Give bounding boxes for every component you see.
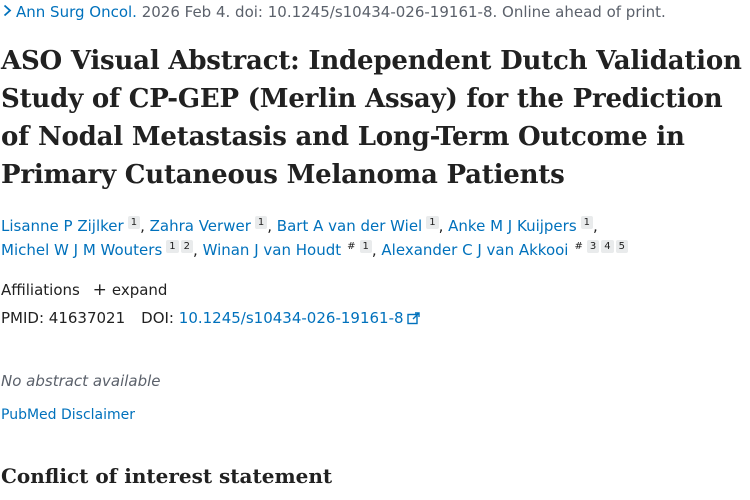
no-abstract-note: No abstract available [1, 372, 161, 390]
author-name[interactable]: Zahra Verwer [150, 217, 251, 235]
pubmed-disclaimer-link[interactable]: PubMed Disclaimer [1, 407, 135, 423]
author-item: Zahra Verwer 1 [150, 216, 268, 235]
affiliation-ref[interactable]: 1 [426, 216, 439, 229]
affiliations-label: Affiliations [1, 281, 80, 299]
external-link-icon [406, 311, 420, 329]
author-item: Bart A van der Wiel 1 [277, 216, 439, 235]
affiliation-ref[interactable]: 1 [359, 240, 372, 253]
affiliation-ref[interactable]: 2 [180, 240, 194, 253]
author-list: Lisanne P Zijlker 1, Zahra Verwer 1, Bart … [1, 214, 746, 262]
author-name[interactable]: Michel W J M Wouters [1, 241, 162, 259]
citation-details: 2026 Feb 4. doi: 10.1245/s10434-026-1916… [136, 3, 666, 21]
journal-link[interactable]: Ann Surg Oncol. [16, 3, 137, 21]
article-title: ASO Visual Abstract: Independent Dutch V… [1, 46, 742, 190]
pmid-value: 41637021 [48, 309, 126, 327]
affiliation-ref[interactable]: 1 [166, 240, 179, 253]
affiliations-row: Affiliations + expand [1, 280, 167, 300]
chevron-right-icon [3, 3, 12, 21]
affiliation-ref[interactable]: 5 [615, 240, 628, 253]
author-name[interactable]: Bart A van der Wiel [277, 217, 422, 235]
citation-line: Ann Surg Oncol. 2026 Feb 4. doi: 10.1245… [3, 3, 666, 21]
affiliation-ref[interactable]: 1 [254, 216, 268, 229]
author-item: Michel W J M Wouters 1 2 [1, 240, 194, 259]
author-name[interactable]: Lisanne P Zijlker [1, 217, 124, 235]
plus-icon: + [92, 280, 107, 300]
affiliation-ref[interactable]: 4 [601, 240, 614, 253]
expand-label: expand [111, 281, 168, 299]
doi-link[interactable]: 10.1245/s10434-026-19161-8 [179, 309, 420, 327]
expand-affiliations-button[interactable]: + expand [92, 280, 168, 300]
coi-heading: Conflict of interest statement [1, 464, 333, 488]
author-name[interactable]: Alexander C J van Akkooi [381, 241, 568, 259]
author-item: Winan J van Houdt #1 [203, 240, 372, 259]
doi-label: DOI: [141, 309, 174, 327]
affiliation-ref[interactable]: 1 [580, 216, 594, 229]
equal-contribution-mark: # [574, 241, 583, 252]
equal-contribution-mark: # [347, 241, 356, 252]
affiliation-ref[interactable]: 3 [586, 240, 600, 253]
affiliation-ref[interactable]: 1 [127, 216, 141, 229]
identifiers-row: PMID: 41637021 DOI: 10.1245/s10434-026-19… [1, 309, 420, 329]
author-name[interactable]: Winan J van Houdt [203, 241, 342, 259]
pmid-label: PMID: [1, 309, 45, 327]
author-item: Lisanne P Zijlker 1 [1, 216, 141, 235]
author-name[interactable]: Anke M J Kuijpers [448, 217, 576, 235]
doi-value: 10.1245/s10434-026-19161-8 [178, 309, 404, 327]
author-item: Anke M J Kuijpers 1 [448, 216, 594, 235]
author-item: Alexander C J van Akkooi #3 4 5 [381, 240, 628, 259]
